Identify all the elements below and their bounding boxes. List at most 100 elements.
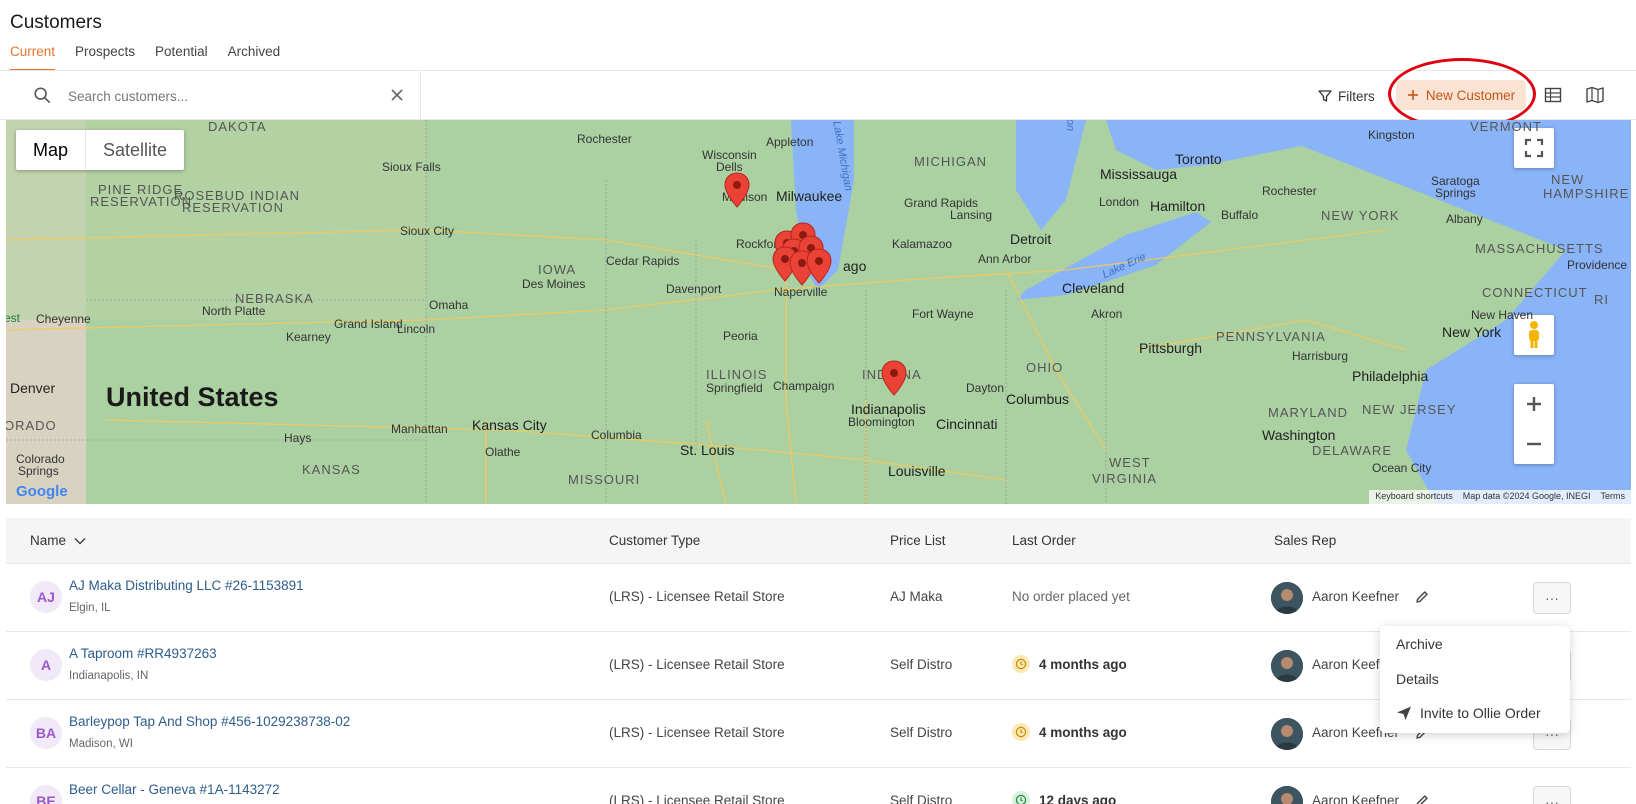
search-icon <box>34 87 51 104</box>
tab-potential[interactable]: Potential <box>155 44 208 71</box>
row-actions-button[interactable]: ··· <box>1533 786 1571 804</box>
map-label: CONNECTICUT <box>1482 285 1588 300</box>
map-marker-icon[interactable] <box>724 172 750 208</box>
pencil-icon[interactable] <box>1414 793 1430 804</box>
archive-menu-item[interactable]: Archive <box>1396 636 1443 652</box>
map-type-satellite-button[interactable]: Satellite <box>86 130 184 170</box>
customer-map[interactable]: Map Satellite DAKOTA PINE RIDGE RESERVAT… <box>6 120 1631 504</box>
clock-icon <box>1012 723 1030 741</box>
close-icon[interactable] <box>390 88 404 102</box>
search-input[interactable] <box>68 84 378 108</box>
table-header: Name Customer Type Price List Last Order… <box>6 518 1631 564</box>
customer-type: (LRS) - Licensee Retail Store <box>609 589 785 604</box>
last-order: 4 months ago <box>1012 723 1127 741</box>
customer-type: (LRS) - Licensee Retail Store <box>609 725 785 740</box>
map-label: Washington <box>1262 427 1336 443</box>
map-label: Cedar Rapids <box>606 254 680 268</box>
last-order: No order placed yet <box>1012 589 1130 604</box>
customer-name-link[interactable]: Barleypop Tap And Shop #456-1029238738-0… <box>69 714 350 729</box>
map-label: Columbia <box>591 428 642 442</box>
table-row[interactable]: AJ AJ Maka Distributing LLC #26-1153891 … <box>6 564 1631 632</box>
clock-icon <box>1012 655 1030 673</box>
customer-name-link[interactable]: Beer Cellar - Geneva #1A-1143272 <box>69 782 280 797</box>
map-marker-icon[interactable] <box>881 360 907 396</box>
map-label: MASSACHUSETTS <box>1475 241 1604 256</box>
tab-bar: Current Prospects Potential Archived <box>10 44 280 71</box>
map-label: Louisville <box>888 463 946 479</box>
tab-current[interactable]: Current <box>10 44 56 71</box>
map-label: Buffalo <box>1221 208 1259 222</box>
map-label: Davenport <box>666 282 722 296</box>
map-label: Detroit <box>1010 231 1052 247</box>
map-label: Olathe <box>485 445 521 459</box>
sales-rep-photo-icon <box>1271 650 1303 682</box>
pencil-icon[interactable] <box>1414 589 1430 605</box>
sales-rep-column-header[interactable]: Sales Rep <box>1274 533 1336 548</box>
page-title: Customers <box>10 12 102 33</box>
map-label: Appleton <box>766 135 814 149</box>
map-view-icon[interactable] <box>1584 84 1606 106</box>
customer-type-column-header[interactable]: Customer Type <box>609 533 700 548</box>
zoom-out-icon[interactable] <box>1524 424 1544 464</box>
row-actions-button[interactable]: ··· <box>1533 582 1571 614</box>
map-label: WEST <box>1109 455 1151 470</box>
plus-icon <box>1407 90 1418 100</box>
table-view-icon[interactable] <box>1542 84 1564 106</box>
map-label: Bloomington <box>848 415 915 429</box>
new-customer-button[interactable]: New Customer <box>1396 80 1526 110</box>
map-label: RI <box>1594 292 1609 307</box>
map-label: on <box>1064 120 1077 132</box>
map-type-map-button[interactable]: Map <box>16 130 87 170</box>
map-label: Champaign <box>773 379 835 393</box>
map-label: Albany <box>1446 212 1483 226</box>
map-label: Grand Island <box>334 317 403 331</box>
map-label-country: United States <box>106 382 279 412</box>
map-label: Ann Arbor <box>978 252 1032 266</box>
customer-avatar: AJ <box>30 581 62 613</box>
sales-rep-photo-icon <box>1271 718 1303 750</box>
price-list-column-header[interactable]: Price List <box>890 533 946 548</box>
map-label: St. Louis <box>680 442 735 458</box>
map-label: NEW <box>1551 172 1585 187</box>
map-label: Naperville <box>774 285 828 299</box>
last-order-column-header[interactable]: Last Order <box>1012 533 1076 548</box>
name-column-header[interactable]: Name <box>30 533 86 548</box>
customer-name-link[interactable]: AJ Maka Distributing LLC #26-1153891 <box>69 578 304 593</box>
map-label: Cheyenne <box>36 312 91 326</box>
tab-prospects[interactable]: Prospects <box>75 44 135 71</box>
map-label: Milwaukee <box>776 188 843 204</box>
map-label: Ocean City <box>1372 461 1432 475</box>
map-label: est <box>6 311 21 325</box>
filters-label: Filters <box>1338 88 1375 104</box>
terms-link[interactable]: Terms <box>1601 491 1626 503</box>
map-label: London <box>1099 195 1140 209</box>
tab-archived[interactable]: Archived <box>228 44 281 71</box>
map-label: VIRGINIA <box>1092 471 1158 486</box>
map-label: MICHIGAN <box>914 154 987 169</box>
customer-name-link[interactable]: A Taproom #RR4937263 <box>69 646 217 661</box>
google-logo: Google <box>16 483 68 500</box>
invite-menu-item[interactable]: Invite to Ollie Order <box>1396 705 1541 721</box>
fullscreen-button[interactable] <box>1514 128 1554 168</box>
map-label: Toronto <box>1175 151 1222 167</box>
last-order-text: 4 months ago <box>1039 724 1127 740</box>
map-label: Denver <box>10 380 56 396</box>
search-box <box>0 71 421 120</box>
filter-icon <box>1318 90 1332 102</box>
map-label: Philadelphia <box>1352 368 1429 384</box>
last-order: 4 months ago <box>1012 655 1127 673</box>
map-label: Lansing <box>950 208 993 222</box>
map-label: New York <box>1442 324 1502 340</box>
details-menu-item[interactable]: Details <box>1396 671 1439 687</box>
map-label: Hamilton <box>1150 198 1206 214</box>
google-logo-text: Google <box>16 483 68 500</box>
filters-button[interactable]: Filters <box>1318 83 1375 109</box>
keyboard-shortcuts-link[interactable]: Keyboard shortcuts <box>1375 491 1453 503</box>
customer-location: Madison, WI <box>69 738 133 750</box>
last-order-text: 4 months ago <box>1039 656 1127 672</box>
table-row[interactable]: BE Beer Cellar - Geneva #1A-1143272 (LRS… <box>6 768 1631 804</box>
zoom-in-icon[interactable] <box>1524 384 1544 424</box>
map-marker-icon[interactable] <box>806 248 832 284</box>
map-label: VERMONT <box>1470 120 1542 134</box>
sales-rep-name: Aaron Keefner <box>1312 589 1400 604</box>
